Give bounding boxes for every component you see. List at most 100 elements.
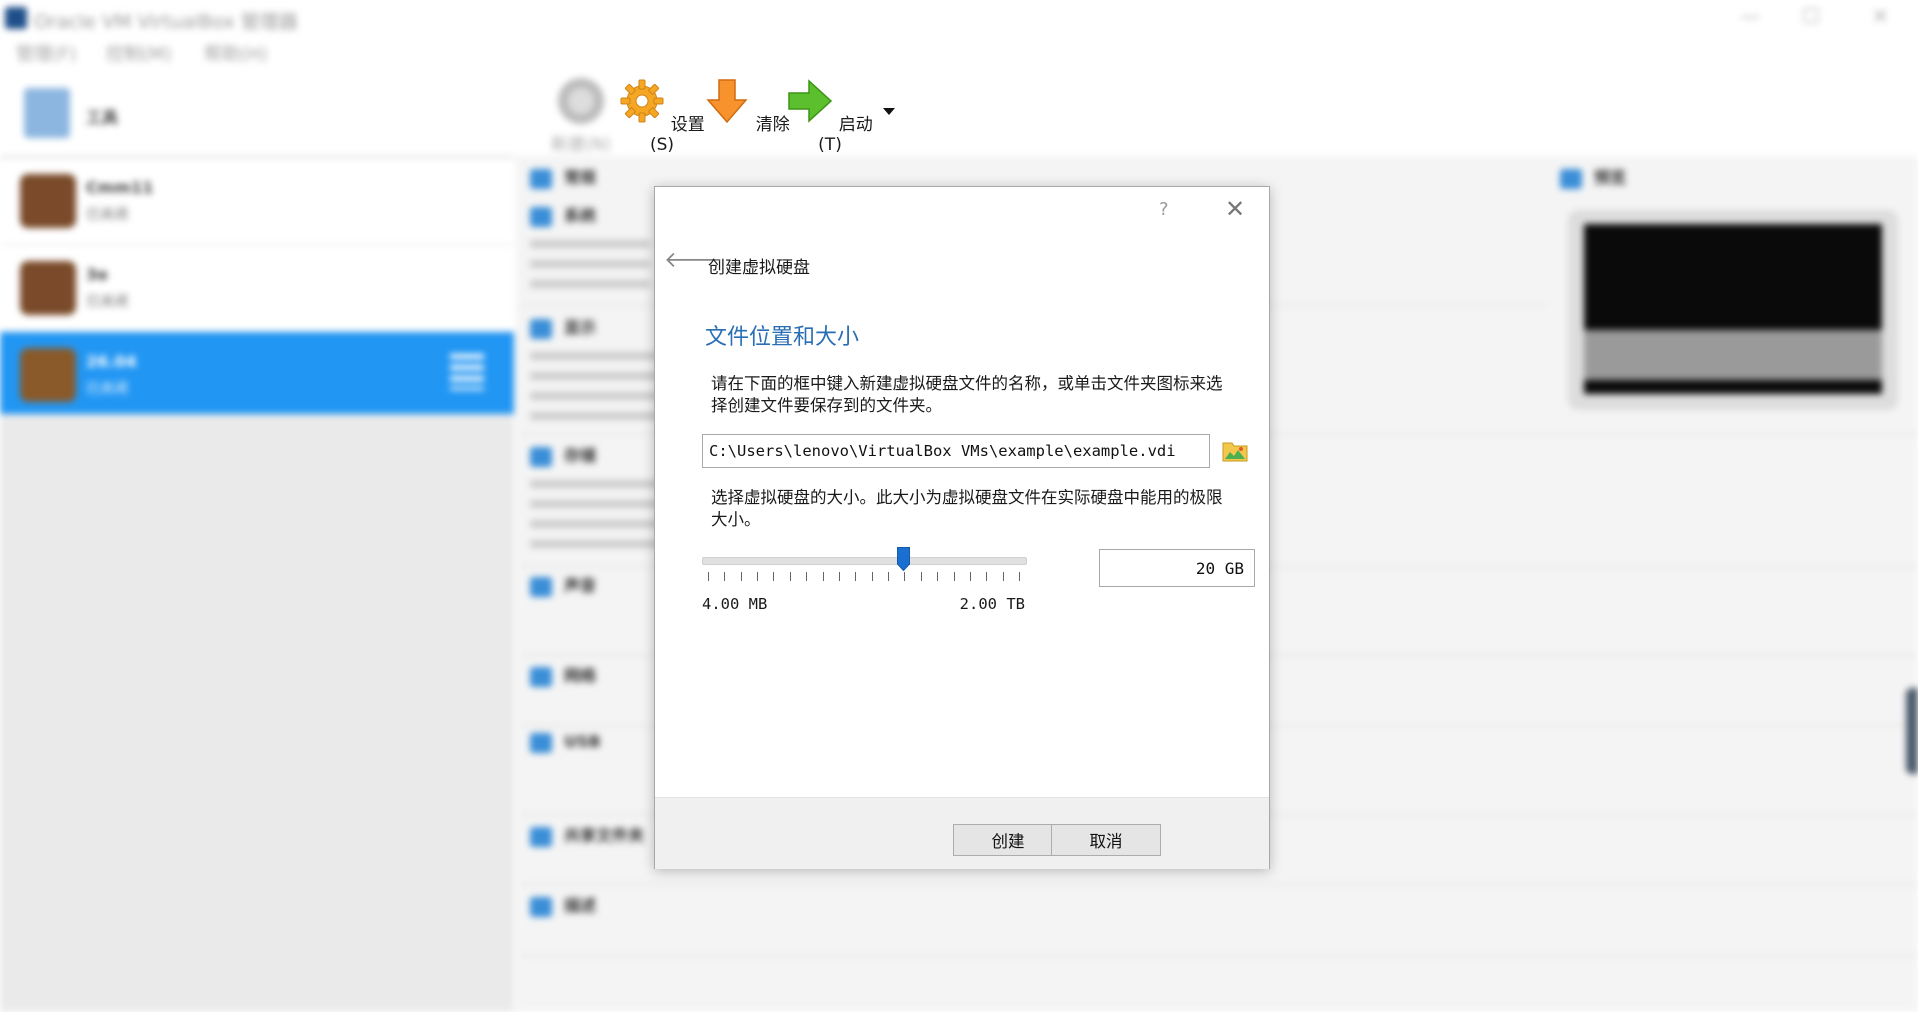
down-arrow-icon	[706, 79, 748, 124]
slider-tick	[871, 572, 873, 581]
size-slider-ticks	[702, 572, 1025, 582]
slider-tick	[740, 572, 742, 581]
vm-os-icon	[20, 348, 76, 402]
new-gear-icon	[558, 78, 604, 124]
usb-icon	[530, 732, 552, 753]
slider-tick	[1019, 572, 1020, 581]
section-title: 显示	[564, 318, 597, 337]
shared-folder-icon	[530, 826, 552, 847]
menu-machine[interactable]: 控制(M)	[106, 40, 172, 66]
cancel-button[interactable]: 取消	[1051, 824, 1161, 856]
vm-state: 已关闭	[86, 207, 128, 223]
menu-file[interactable]: 管理(F)	[16, 40, 76, 66]
section-title: 系统	[564, 206, 597, 225]
size-slider-thumb[interactable]	[897, 547, 911, 571]
slider-tick	[757, 572, 759, 581]
file-path-input[interactable]	[702, 434, 1210, 468]
section-title: 存储	[564, 446, 597, 465]
section-title: 共享文件夹	[564, 826, 645, 845]
start-button[interactable]: 启动(T)	[785, 78, 875, 155]
vm-name: 3e	[86, 265, 108, 284]
minimize-button[interactable]: —	[1740, 4, 1760, 28]
start-dropdown-icon[interactable]	[882, 106, 896, 116]
title-bar: Oracle VM VirtualBox 管理器 — ☐ ✕	[0, 0, 1918, 34]
size-description: 选择虚拟硬盘的大小。此大小为虚拟硬盘文件在实际硬盘中能用的极限大小。	[711, 488, 1223, 529]
dialog-footer: 创建 取消	[655, 797, 1269, 869]
menu-bar: 管理(F) 控制(M) 帮助(H)	[0, 36, 520, 66]
new-vm-button[interactable]: 新建(N)	[536, 78, 626, 155]
maximize-button[interactable]: ☐	[1802, 4, 1820, 28]
vm-list-item-selected[interactable]: 26.04 已关闭	[0, 332, 514, 415]
preview-title: 预览	[1594, 168, 1627, 187]
create-virtual-disk-dialog: ? ✕ 🡐 创建虚拟硬盘 文件位置和大小 请在下面的框中键入新建虚拟硬盘文件的名…	[654, 186, 1270, 869]
system-icon	[530, 206, 552, 227]
close-icon[interactable]: ✕	[1225, 195, 1245, 223]
slider-tick	[838, 572, 840, 581]
close-window-button[interactable]: ✕	[1872, 4, 1889, 28]
preview-screen-content	[1584, 330, 1882, 380]
section-title: 网络	[564, 666, 597, 685]
display-icon	[530, 318, 552, 339]
display-details	[530, 352, 660, 422]
slider-tick	[888, 572, 890, 581]
gear-icon	[620, 79, 664, 123]
slider-tick	[724, 572, 726, 581]
dialog-title: 创建虚拟硬盘	[708, 258, 810, 278]
network-icon	[530, 666, 552, 687]
help-button[interactable]: ?	[1159, 199, 1169, 220]
section-title: 常规	[564, 168, 597, 187]
section-title: USB	[564, 732, 601, 751]
vm-os-icon	[20, 261, 76, 315]
section-display[interactable]: 显示	[530, 314, 596, 340]
vm-menu-icon[interactable]	[450, 354, 484, 390]
vm-state: 已关闭	[86, 381, 128, 397]
divider	[520, 884, 1918, 885]
section-storage[interactable]: 存储	[530, 442, 596, 468]
preview-header: 预览	[1560, 164, 1626, 190]
size-slider-track[interactable]	[702, 557, 1027, 565]
tools-item[interactable]: 工具	[0, 70, 514, 158]
slider-tick	[937, 572, 939, 581]
vm-os-icon	[20, 174, 76, 228]
section-usb[interactable]: USB	[530, 732, 601, 758]
location-description: 请在下面的框中键入新建虚拟硬盘文件的名称，或单击文件夹图标来选择创建文件要保存到…	[711, 374, 1223, 415]
vm-name: Cmm11	[86, 178, 154, 197]
settings-button[interactable]: 设置(S)	[617, 78, 707, 155]
preview-icon	[1560, 168, 1582, 189]
slider-tick	[904, 572, 906, 581]
slider-tick	[969, 572, 971, 581]
storage-icon	[530, 446, 552, 467]
slider-tick	[773, 572, 775, 581]
folder-icon[interactable]	[1221, 437, 1249, 465]
description-icon	[530, 896, 552, 917]
storage-details	[530, 480, 660, 560]
slider-max-label: 2.00 TB	[959, 595, 1025, 613]
audio-icon	[530, 576, 552, 597]
vm-list-item[interactable]: 3e 已关闭	[0, 245, 514, 332]
section-system[interactable]: 系统	[530, 202, 596, 228]
discard-button[interactable]: 清除	[702, 78, 792, 135]
side-widget[interactable]	[1906, 688, 1918, 774]
section-audio[interactable]: 声音	[530, 572, 596, 598]
section-description[interactable]: 描述	[530, 892, 596, 918]
vm-list-item[interactable]: Cmm11 已关闭	[0, 158, 514, 245]
slider-tick	[986, 572, 988, 581]
virtualbox-logo-icon	[5, 7, 27, 29]
section-network[interactable]: 网络	[530, 662, 596, 688]
slider-tick	[708, 572, 709, 581]
slider-min-label: 4.00 MB	[702, 595, 768, 613]
tools-icon	[24, 88, 70, 138]
divider	[520, 955, 1918, 956]
right-arrow-icon	[788, 79, 833, 123]
vm-state: 已关闭	[86, 294, 128, 310]
slider-tick	[953, 572, 955, 581]
slider-tick	[789, 572, 791, 581]
section-general[interactable]: 常规	[530, 164, 596, 190]
section-shared-folders[interactable]: 共享文件夹	[530, 822, 644, 848]
create-button[interactable]: 创建	[953, 824, 1063, 856]
disk-size-input[interactable]	[1099, 549, 1255, 587]
tools-label: 工具	[86, 108, 119, 127]
window-title: Oracle VM VirtualBox 管理器	[34, 11, 298, 33]
menu-help[interactable]: 帮助(H)	[204, 40, 268, 66]
section-title: 声音	[564, 576, 597, 595]
